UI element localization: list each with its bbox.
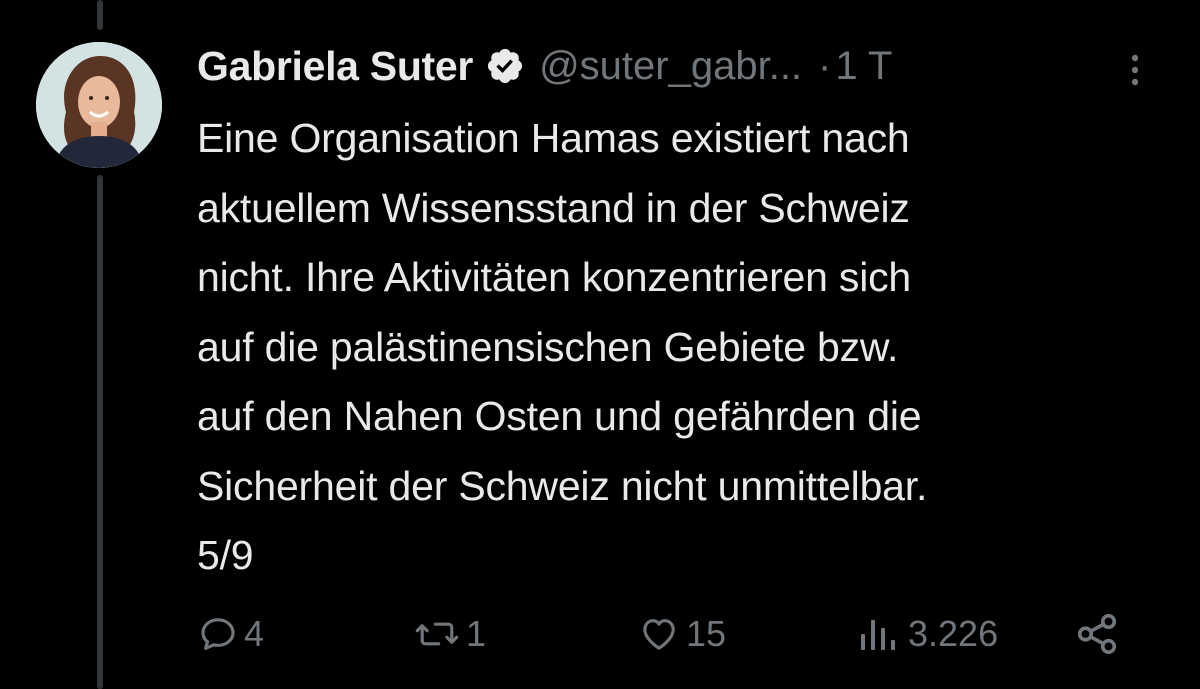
author-name[interactable]: Gabriela Suter <box>197 43 473 90</box>
thread-line-bottom <box>97 175 103 689</box>
retweet-icon <box>414 614 460 654</box>
tweet-text-line: auf die palästinensischen Gebiete bzw. <box>197 323 899 370</box>
verified-badge-icon[interactable] <box>485 46 525 86</box>
author-handle[interactable]: @suter_gabr... <box>539 44 802 89</box>
tweet-text-line: auf den Nahen Osten und gefährden die <box>197 393 922 439</box>
share-icon <box>1074 611 1120 657</box>
reply-button[interactable]: 4 <box>198 606 264 662</box>
share-button[interactable] <box>1074 606 1120 662</box>
reply-bubble-icon <box>198 614 238 654</box>
separator-dot: · <box>818 43 832 88</box>
tweet-text-line: Eine Organisation Hamas existiert nach <box>197 115 910 161</box>
thread-line-top <box>97 0 103 30</box>
retweet-button[interactable]: 1 <box>414 606 486 662</box>
tweet-header: Gabriela Suter @suter_gabr... · 1 T <box>197 38 892 94</box>
views-bars-icon <box>858 614 902 654</box>
tweet-text-line: 5/9 <box>197 532 254 578</box>
tweet-text: Eine Organisation Hamas existiert nach a… <box>197 104 1187 591</box>
avatar[interactable] <box>36 42 162 168</box>
tweet-text-line: Sicherheit der Schweiz nicht unmittelbar… <box>197 462 928 509</box>
retweet-count: 1 <box>466 613 487 654</box>
tweet-timestamp[interactable]: 1 T <box>835 44 892 89</box>
reply-count: 4 <box>244 613 265 654</box>
tweet-text-line: nicht. Ihre Aktivitäten konzentrieren si… <box>197 254 912 300</box>
more-vertical-icon[interactable] <box>1120 50 1150 90</box>
heart-icon <box>638 614 680 654</box>
like-button[interactable]: 15 <box>638 606 726 662</box>
like-count: 15 <box>686 613 727 654</box>
views-button[interactable]: 3.226 <box>858 606 998 662</box>
tweet-text-line: aktuellem Wissensstand in der Schweiz <box>197 184 910 231</box>
views-count: 3.226 <box>908 613 999 654</box>
